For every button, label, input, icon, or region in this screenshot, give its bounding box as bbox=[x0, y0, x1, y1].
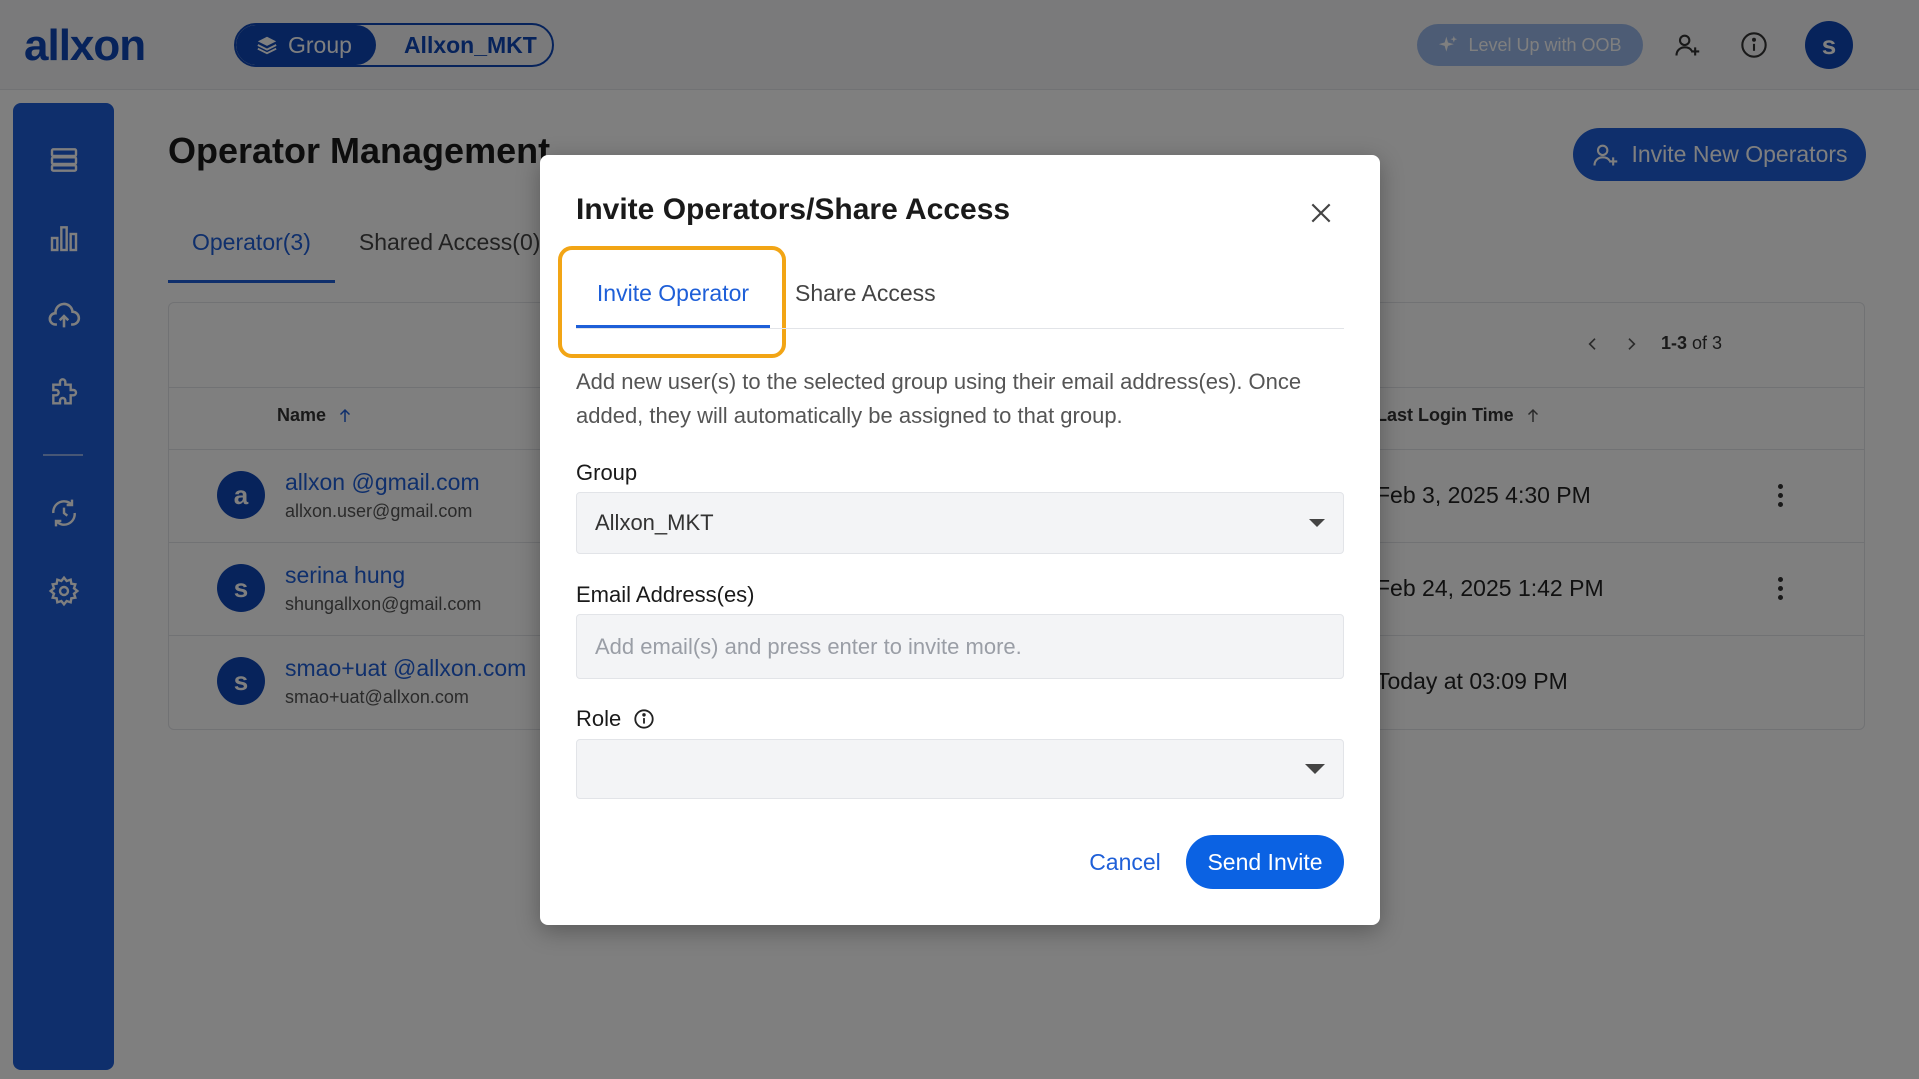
email-label-text: Email Address(es) bbox=[576, 582, 755, 607]
group-field-label: Group bbox=[576, 460, 637, 486]
invite-operators-dialog: Invite Operators/Share Access Invite Ope… bbox=[540, 155, 1380, 925]
role-field-label: Role bbox=[576, 706, 655, 732]
group-select-value: Allxon_MKT bbox=[595, 510, 714, 535]
dropdown-arrow-icon bbox=[1305, 764, 1325, 774]
dropdown-arrow-icon bbox=[1309, 519, 1325, 527]
tab-share-access[interactable]: Share Access bbox=[795, 280, 936, 307]
role-select[interactable] bbox=[576, 739, 1344, 799]
role-label-text: Role bbox=[576, 706, 622, 731]
email-input[interactable]: Add email(s) and press enter to invite m… bbox=[576, 614, 1344, 679]
email-placeholder: Add email(s) and press enter to invite m… bbox=[595, 633, 1022, 659]
group-label-text: Group bbox=[576, 460, 638, 485]
close-icon[interactable] bbox=[1305, 197, 1337, 229]
group-select[interactable]: Allxon_MKT bbox=[576, 492, 1344, 554]
dialog-description: Add new user(s) to the selected group us… bbox=[576, 369, 1302, 428]
dialog-title: Invite Operators/Share Access bbox=[576, 193, 1011, 226]
info-icon[interactable] bbox=[633, 708, 655, 730]
cancel-button[interactable]: Cancel bbox=[1070, 835, 1180, 889]
tab-invite-operator[interactable]: Invite Operator bbox=[576, 280, 770, 307]
send-invite-button[interactable]: Send Invite bbox=[1186, 835, 1344, 889]
email-field-label: Email Address(es) bbox=[576, 582, 755, 608]
tabs-divider bbox=[576, 328, 1344, 329]
